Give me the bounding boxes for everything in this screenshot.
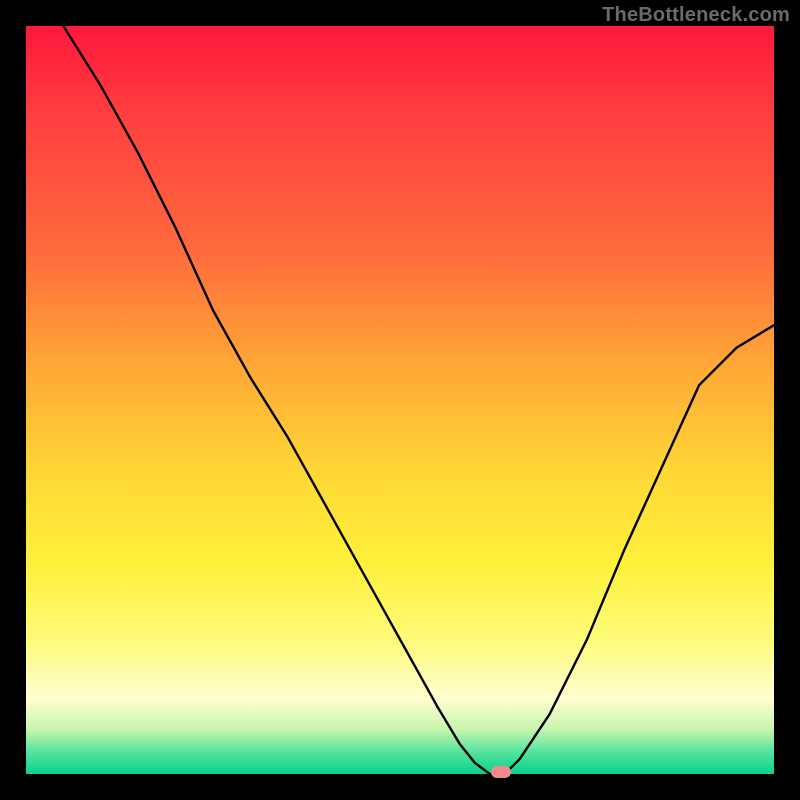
chart-frame bbox=[0, 0, 800, 800]
watermark-text: TheBottleneck.com bbox=[602, 4, 790, 27]
bottleneck-chart-canvas: TheBottleneck.com bbox=[0, 0, 800, 800]
chart-gradient-background bbox=[26, 26, 774, 774]
valley-marker bbox=[491, 766, 511, 778]
